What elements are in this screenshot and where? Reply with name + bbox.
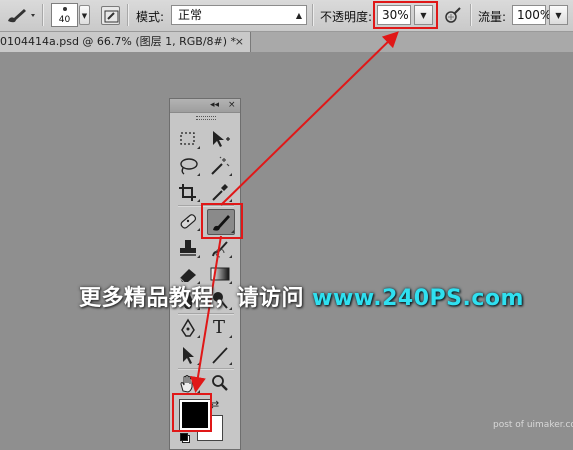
arrow-to-opacity [220,31,399,206]
watermark-site: www.240PS.com [312,286,524,311]
watermark-text: 更多精品教程，请访问 www.240PS.com [79,280,524,312]
credit-text: post of uimaker.com [493,420,573,430]
annotation-arrows [190,31,399,393]
watermark-message: 更多精品教程，请访问 [79,286,313,311]
arrow-to-foreground-color [190,235,222,393]
